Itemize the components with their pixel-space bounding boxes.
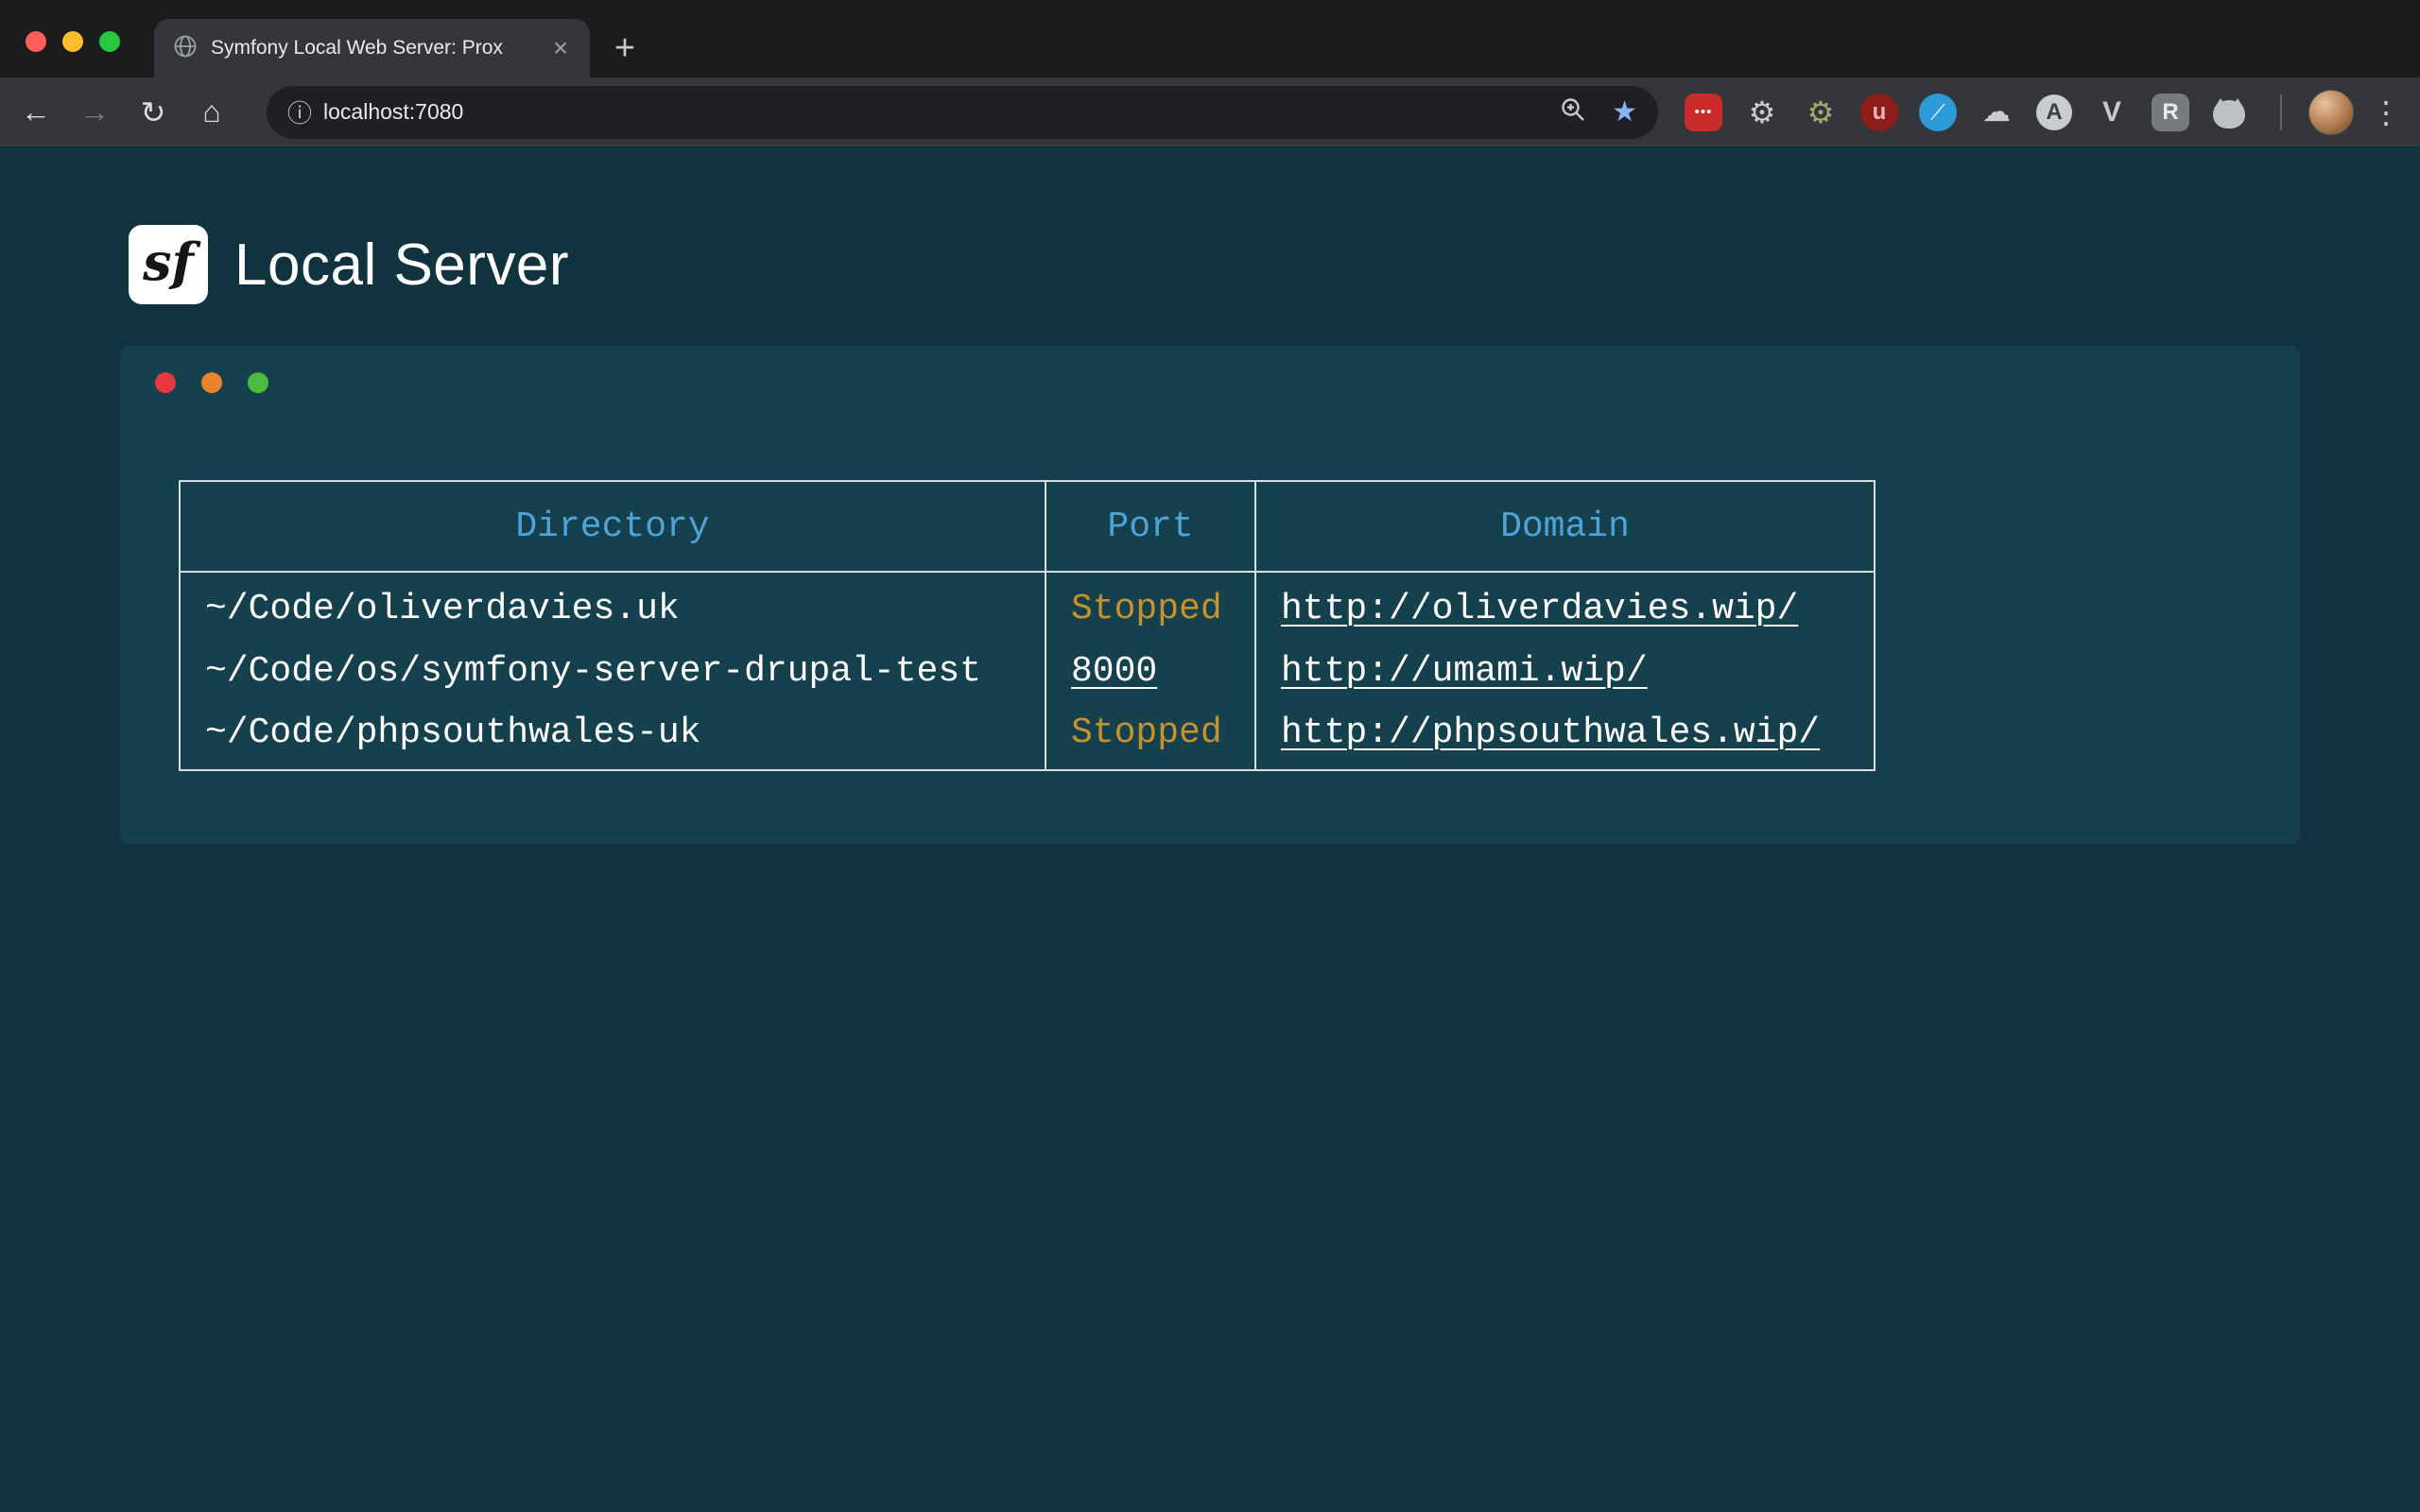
- card-traffic-dots: [155, 372, 268, 393]
- port-link[interactable]: 8000: [1071, 651, 1157, 692]
- domain-link[interactable]: http://phpsouthwales.wip/: [1281, 713, 1820, 753]
- browser-tab[interactable]: Symfony Local Web Server: Prox ×: [154, 19, 590, 77]
- github-octocat-extension-icon[interactable]: [2210, 94, 2248, 131]
- ext-glyph: ⚙: [1749, 94, 1776, 130]
- browser-menu-icon[interactable]: ⋮: [2367, 94, 2405, 130]
- ext-glyph: ⚙: [1807, 94, 1835, 130]
- v-extension-icon[interactable]: V: [2093, 94, 2131, 131]
- ext-glyph: ☁: [1982, 95, 2011, 129]
- window-minimize-button[interactable]: [62, 31, 83, 52]
- back-button[interactable]: ←: [13, 90, 59, 135]
- symfony-logo: sf: [129, 225, 208, 304]
- table-row: ~/Code/phpsouthwales-uk Stopped http://p…: [180, 704, 1875, 770]
- col-header-port: Port: [1046, 481, 1255, 572]
- address-bar[interactable]: ⓘ localhost:7080 ★: [267, 86, 1658, 139]
- gear-extension-icon[interactable]: ⚙: [1743, 94, 1781, 131]
- bookmark-star-icon[interactable]: ★: [1612, 95, 1637, 129]
- directory-cell: ~/Code/oliverdavies.uk: [180, 572, 1046, 638]
- page-title: Local Server: [234, 232, 569, 299]
- ext-glyph: R: [2162, 99, 2178, 126]
- table-row: ~/Code/os/symfony-server-drupal-test 800…: [180, 638, 1875, 704]
- card-red-dot: [155, 372, 176, 393]
- port-cell: 8000: [1046, 638, 1255, 704]
- cloud-extension-icon[interactable]: ☁: [1978, 94, 2015, 131]
- col-header-domain: Domain: [1255, 481, 1875, 572]
- ext-glyph: ⟋: [1930, 100, 1945, 125]
- url-text: localhost:7080: [323, 99, 463, 125]
- window-maximize-button[interactable]: [99, 31, 120, 52]
- forward-button[interactable]: →: [72, 90, 117, 135]
- header-row: Directory Port Domain: [180, 481, 1875, 572]
- symfony-logo-text: sf: [143, 232, 194, 292]
- ext-glyph: A: [2046, 99, 2062, 126]
- ext-glyph: V: [2102, 96, 2121, 129]
- port-cell: Stopped: [1046, 704, 1255, 770]
- tab-strip: Symfony Local Web Server: Prox × +: [0, 0, 2420, 77]
- browser-window: Symfony Local Web Server: Prox × + ← → ↻…: [0, 0, 2420, 1512]
- card-green-dot: [248, 372, 268, 393]
- site-info-icon[interactable]: ⓘ: [287, 94, 312, 129]
- domain-cell: http://phpsouthwales.wip/: [1255, 704, 1875, 770]
- window-controls: [26, 31, 120, 52]
- domain-link[interactable]: http://oliverdavies.wip/: [1281, 589, 1798, 629]
- domain-cell: http://oliverdavies.wip/: [1255, 572, 1875, 638]
- proxy-table: Directory Port Domain ~/Code/oliverdavie…: [179, 480, 1876, 771]
- home-button[interactable]: ⌂: [189, 90, 234, 135]
- domain-link[interactable]: http://umami.wip/: [1281, 651, 1648, 692]
- ext-glyph: •••: [1695, 104, 1713, 120]
- browser-toolbar: ← → ↻ ⌂ ⓘ localhost:7080 ★ ••• ⚙ ⚙ u ⟋: [0, 77, 2420, 146]
- extensions-area: ••• ⚙ ⚙ u ⟋ ☁ A V R: [1685, 94, 2248, 131]
- reload-button[interactable]: ↻: [130, 90, 176, 135]
- card-orange-dot: [201, 372, 222, 393]
- table-row: ~/Code/oliverdavies.uk Stopped http://ol…: [180, 572, 1875, 638]
- toolbar-separator: [2280, 94, 2282, 130]
- profile-avatar[interactable]: [2308, 90, 2354, 135]
- tab-close-icon[interactable]: ×: [546, 34, 575, 62]
- octocat-icon: [2213, 100, 2245, 129]
- domain-cell: http://umami.wip/: [1255, 638, 1875, 704]
- port-status-stopped: Stopped: [1071, 713, 1222, 753]
- gear-olive-extension-icon[interactable]: ⚙: [1802, 94, 1840, 131]
- port-cell: Stopped: [1046, 572, 1255, 638]
- red-dots-extension-icon[interactable]: •••: [1685, 94, 1722, 131]
- proxy-table-wrap: Directory Port Domain ~/Code/oliverdavie…: [179, 480, 1876, 771]
- r-square-extension-icon[interactable]: R: [2152, 94, 2189, 131]
- server-card: Directory Port Domain ~/Code/oliverdavie…: [120, 346, 2300, 844]
- a-circle-extension-icon[interactable]: A: [2036, 94, 2072, 130]
- new-tab-button[interactable]: +: [603, 26, 647, 70]
- tab-title: Symfony Local Web Server: Prox: [211, 37, 533, 60]
- directory-cell: ~/Code/phpsouthwales-uk: [180, 704, 1046, 770]
- ext-glyph: u: [1873, 99, 1887, 126]
- port-status-stopped: Stopped: [1071, 589, 1222, 629]
- ublock-extension-icon[interactable]: u: [1860, 94, 1898, 131]
- col-header-directory: Directory: [180, 481, 1046, 572]
- directory-cell: ~/Code/os/symfony-server-drupal-test: [180, 638, 1046, 704]
- brand-header: sf Local Server: [129, 225, 569, 304]
- blue-circle-extension-icon[interactable]: ⟋: [1919, 94, 1957, 131]
- zoom-magnifier-icon[interactable]: [1559, 95, 1587, 129]
- tab-favicon-globe-icon: [173, 34, 198, 63]
- page-content: sf Local Server Directory Port Domain: [0, 146, 2420, 1512]
- window-close-button[interactable]: [26, 31, 46, 52]
